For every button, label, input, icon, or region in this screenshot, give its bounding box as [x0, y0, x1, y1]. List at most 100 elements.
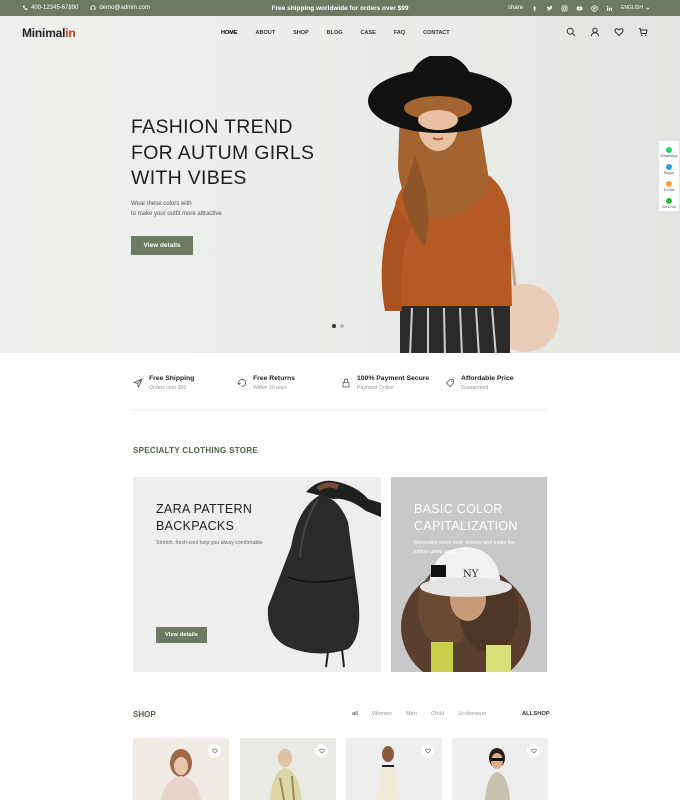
- site-logo[interactable]: Minimalin: [22, 26, 76, 40]
- phone-icon: [22, 5, 28, 11]
- nav-about[interactable]: ABOUT: [256, 30, 276, 36]
- linkedin-icon[interactable]: [606, 5, 613, 12]
- instagram-icon[interactable]: [561, 5, 568, 12]
- card-title: ZARA PATTERN BACKPACKS: [156, 501, 252, 535]
- wishlist-button[interactable]: [527, 744, 540, 757]
- heart-icon: [530, 748, 537, 754]
- whatsapp-icon: [666, 147, 672, 153]
- feature-subtitle: Payment Online: [357, 385, 394, 391]
- card-title: BASIC COLOR CAPITALIZATION: [414, 501, 518, 535]
- chevron-down-icon: [645, 7, 650, 10]
- facebook-icon[interactable]: [531, 5, 538, 12]
- email-contact[interactable]: demo@admin.com: [90, 5, 150, 11]
- carousel-dot[interactable]: [340, 324, 344, 328]
- email-address: demo@admin.com: [99, 5, 150, 11]
- filter-all[interactable]: all: [352, 711, 358, 717]
- lock-icon: [342, 378, 350, 388]
- email-link[interactable]: E-Mail: [659, 178, 679, 195]
- feature-payment-secure: 100% Payment Secure Payment Online: [339, 373, 443, 409]
- feature-subtitle: Guaranteed: [461, 385, 489, 391]
- nav-blog[interactable]: BLOG: [327, 30, 343, 36]
- send-icon: [133, 378, 143, 388]
- skype-label: Skype: [663, 171, 675, 175]
- product-card[interactable]: [346, 738, 442, 800]
- wechat-link[interactable]: WeChat: [659, 195, 679, 212]
- specialty-section-title: SPECIALTY CLOTHING STORE: [133, 446, 258, 455]
- card-title-line: BACKPACKS: [156, 519, 235, 533]
- hero-model-image: [368, 56, 559, 353]
- heart-icon: [424, 748, 431, 754]
- card-title-line: ZARA PATTERN: [156, 502, 253, 516]
- shop-section-title: SHOP: [133, 710, 156, 719]
- filter-underwear[interactable]: Underwear: [458, 711, 486, 717]
- hero-view-details-button[interactable]: View details: [131, 236, 193, 255]
- card-title-line: BASIC COLOR: [414, 502, 503, 516]
- card-description: Minimalist never cool, choose and make t…: [414, 540, 515, 555]
- filter-child[interactable]: Child: [431, 711, 444, 717]
- share-label: share: [508, 5, 524, 11]
- youtube-icon[interactable]: [576, 5, 583, 12]
- shop-filters: all Women Men Child Underwear ALLSHOP: [352, 711, 550, 717]
- user-icon[interactable]: [590, 27, 600, 37]
- feature-title: Free Returns: [253, 375, 295, 382]
- wishlist-button[interactable]: [421, 744, 434, 757]
- hero-subtitle: Wear these colors with to make your outf…: [131, 199, 222, 219]
- carousel-dot-active[interactable]: [332, 324, 336, 328]
- header-icons: [566, 27, 648, 37]
- skype-link[interactable]: Skype: [659, 161, 679, 178]
- twitter-icon[interactable]: [546, 5, 553, 12]
- hero-title-line: WITH VIBES: [131, 167, 247, 189]
- feature-subtitle: Within 30 days: [253, 385, 288, 391]
- language-selector[interactable]: ENGLISH: [621, 5, 650, 11]
- cart-icon[interactable]: [638, 27, 648, 37]
- email-label: E-Mail: [663, 188, 675, 192]
- search-icon[interactable]: [566, 27, 576, 37]
- heart-icon: [318, 748, 325, 754]
- wishlist-button[interactable]: [208, 744, 221, 757]
- wechat-label: WeChat: [662, 205, 676, 209]
- pinterest-icon[interactable]: [591, 4, 598, 12]
- card-title-line: CAPITALIZATION: [414, 519, 518, 533]
- nav-case[interactable]: CASE: [361, 30, 376, 36]
- tag-icon: [445, 379, 454, 388]
- skype-icon: [666, 164, 672, 170]
- hero-title: FASHION TREND FOR AUTUM GIRLS WITH VIBES: [131, 115, 314, 192]
- nav-faq[interactable]: FAQ: [394, 30, 405, 36]
- all-shop-link[interactable]: ALLSHOP: [522, 711, 550, 717]
- svg-text:NY: NY: [463, 569, 479, 580]
- nav-shop[interactable]: SHOP: [293, 30, 309, 36]
- language-label: ENGLISH: [621, 5, 643, 11]
- card-view-details-button[interactable]: View details: [156, 627, 207, 643]
- feature-subtitle: Orders over $99: [149, 385, 187, 391]
- contact-side-widget: WhatsApp Skype E-Mail WeChat: [658, 140, 680, 212]
- phone-contact[interactable]: 400-12345-67890: [22, 5, 78, 11]
- product-card[interactable]: [452, 738, 548, 800]
- filter-women[interactable]: Women: [372, 711, 392, 717]
- nav-contact[interactable]: CONTACT: [423, 30, 449, 36]
- whatsapp-link[interactable]: WhatsApp: [659, 144, 679, 161]
- heart-icon: [211, 748, 218, 754]
- promo-card-basic-color[interactable]: NY BASIC COLOR CAPITALIZATION Minimalist…: [391, 477, 547, 672]
- feature-free-returns: Free Returns Within 30 days: [235, 373, 339, 409]
- headset-icon: [90, 5, 96, 11]
- feature-free-shipping: Free Shipping Orders over $99: [131, 373, 235, 409]
- site-header: Minimalin HOME ABOUT SHOP BLOG CASE FAQ …: [0, 16, 680, 50]
- wishlist-button[interactable]: [315, 744, 328, 757]
- main-nav: HOME ABOUT SHOP BLOG CASE FAQ CONTACT: [221, 30, 450, 36]
- feature-title: 100% Payment Secure: [357, 375, 430, 382]
- nav-home[interactable]: HOME: [221, 30, 238, 36]
- backpack-image: [267, 480, 381, 668]
- feature-title: Affordable Price: [461, 375, 514, 382]
- logo-accent-text: in: [65, 26, 76, 40]
- card-description: Stretch, fresh-cool help you alway comfo…: [156, 540, 263, 546]
- promo-card-backpacks[interactable]: ZARA PATTERN BACKPACKS Stretch, fresh-co…: [133, 477, 381, 672]
- heart-icon[interactable]: [614, 27, 624, 37]
- filter-men[interactable]: Men: [406, 711, 417, 717]
- product-card[interactable]: [240, 738, 336, 800]
- top-bar: 400-12345-67890 demo@admin.com Free ship…: [0, 0, 680, 16]
- feature-affordable-price: Affordable Price Guaranteed: [443, 373, 547, 409]
- wechat-icon: [666, 198, 672, 204]
- product-card[interactable]: [133, 738, 229, 800]
- hero-banner: FASHION TREND FOR AUTUM GIRLS WITH VIBES…: [0, 16, 680, 353]
- mail-icon: [666, 181, 672, 187]
